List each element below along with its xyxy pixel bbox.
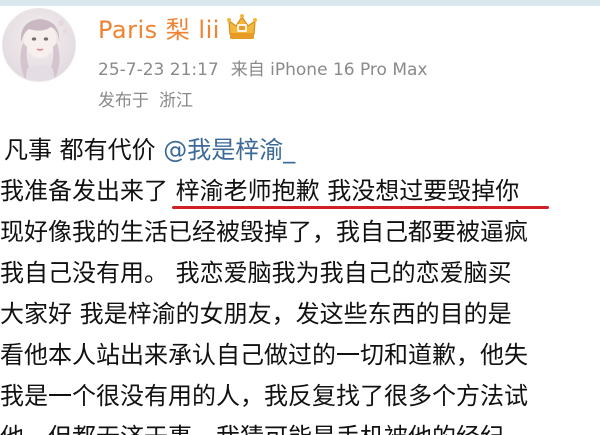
- red-underline: [171, 206, 550, 209]
- post-line-7: 我是一个很没有用的人，我反复找了很多个方法试: [0, 382, 528, 410]
- weibo-post-screenshot: Paris 梨 lii 25-7-23 21:17 来自 iPhone 16 Pr…: [0, 0, 600, 435]
- username-row: Paris 梨 lii: [98, 10, 258, 44]
- post-body: 凡事 都有代价 @我是梓渝_ 我准备发出来了 梓渝老师抱歉 我没想过要毁掉你 现…: [0, 130, 600, 435]
- post-line-6: 看他本人站出来承认自己做过的一切和道歉，他失: [0, 341, 528, 369]
- post-line-3: 现好像我的生活已经被毁掉了，我自己都要被逼疯: [0, 218, 528, 246]
- top-strip: [0, 0, 600, 6]
- mention-link[interactable]: @我是梓渝_: [163, 136, 295, 164]
- post-location: 发布于 浙江: [98, 86, 193, 111]
- post-line-8: 他，但都无济于事，我猜可能是手机被他的经纪: [0, 417, 600, 435]
- underlined-text: 梓渝老师抱歉 我没想过要毁掉你: [175, 177, 520, 205]
- post-meta: 25-7-23 21:17 来自 iPhone 16 Pro Max: [98, 55, 428, 80]
- avatar[interactable]: [2, 8, 76, 82]
- crown-badge-icon: [226, 12, 258, 42]
- line-2-text: 我准备发出来了: [0, 177, 176, 205]
- underlined-phrase: 梓渝老师抱歉 我没想过要毁掉你: [171, 171, 550, 212]
- post-line-1: 凡事 都有代价 @我是梓渝_: [0, 130, 600, 171]
- published-label: 发布于: [98, 91, 149, 111]
- line-1-text: 凡事 都有代价: [4, 136, 164, 164]
- post-line-2: 我准备发出来了 梓渝老师抱歉 我没想过要毁掉你: [0, 171, 600, 212]
- post-line-4: 我自己没有用。 我恋爱脑我为我自己的恋爱脑买: [0, 259, 512, 287]
- post-device: 来自 iPhone 16 Pro Max: [230, 60, 428, 80]
- post-line-5: 大家好 我是梓渝的女朋友，发这些东西的目的是: [0, 300, 512, 328]
- username[interactable]: Paris 梨 lii: [98, 10, 220, 45]
- post-date: 25-7-23 21:17: [98, 60, 219, 80]
- location-text: 浙江: [159, 91, 193, 111]
